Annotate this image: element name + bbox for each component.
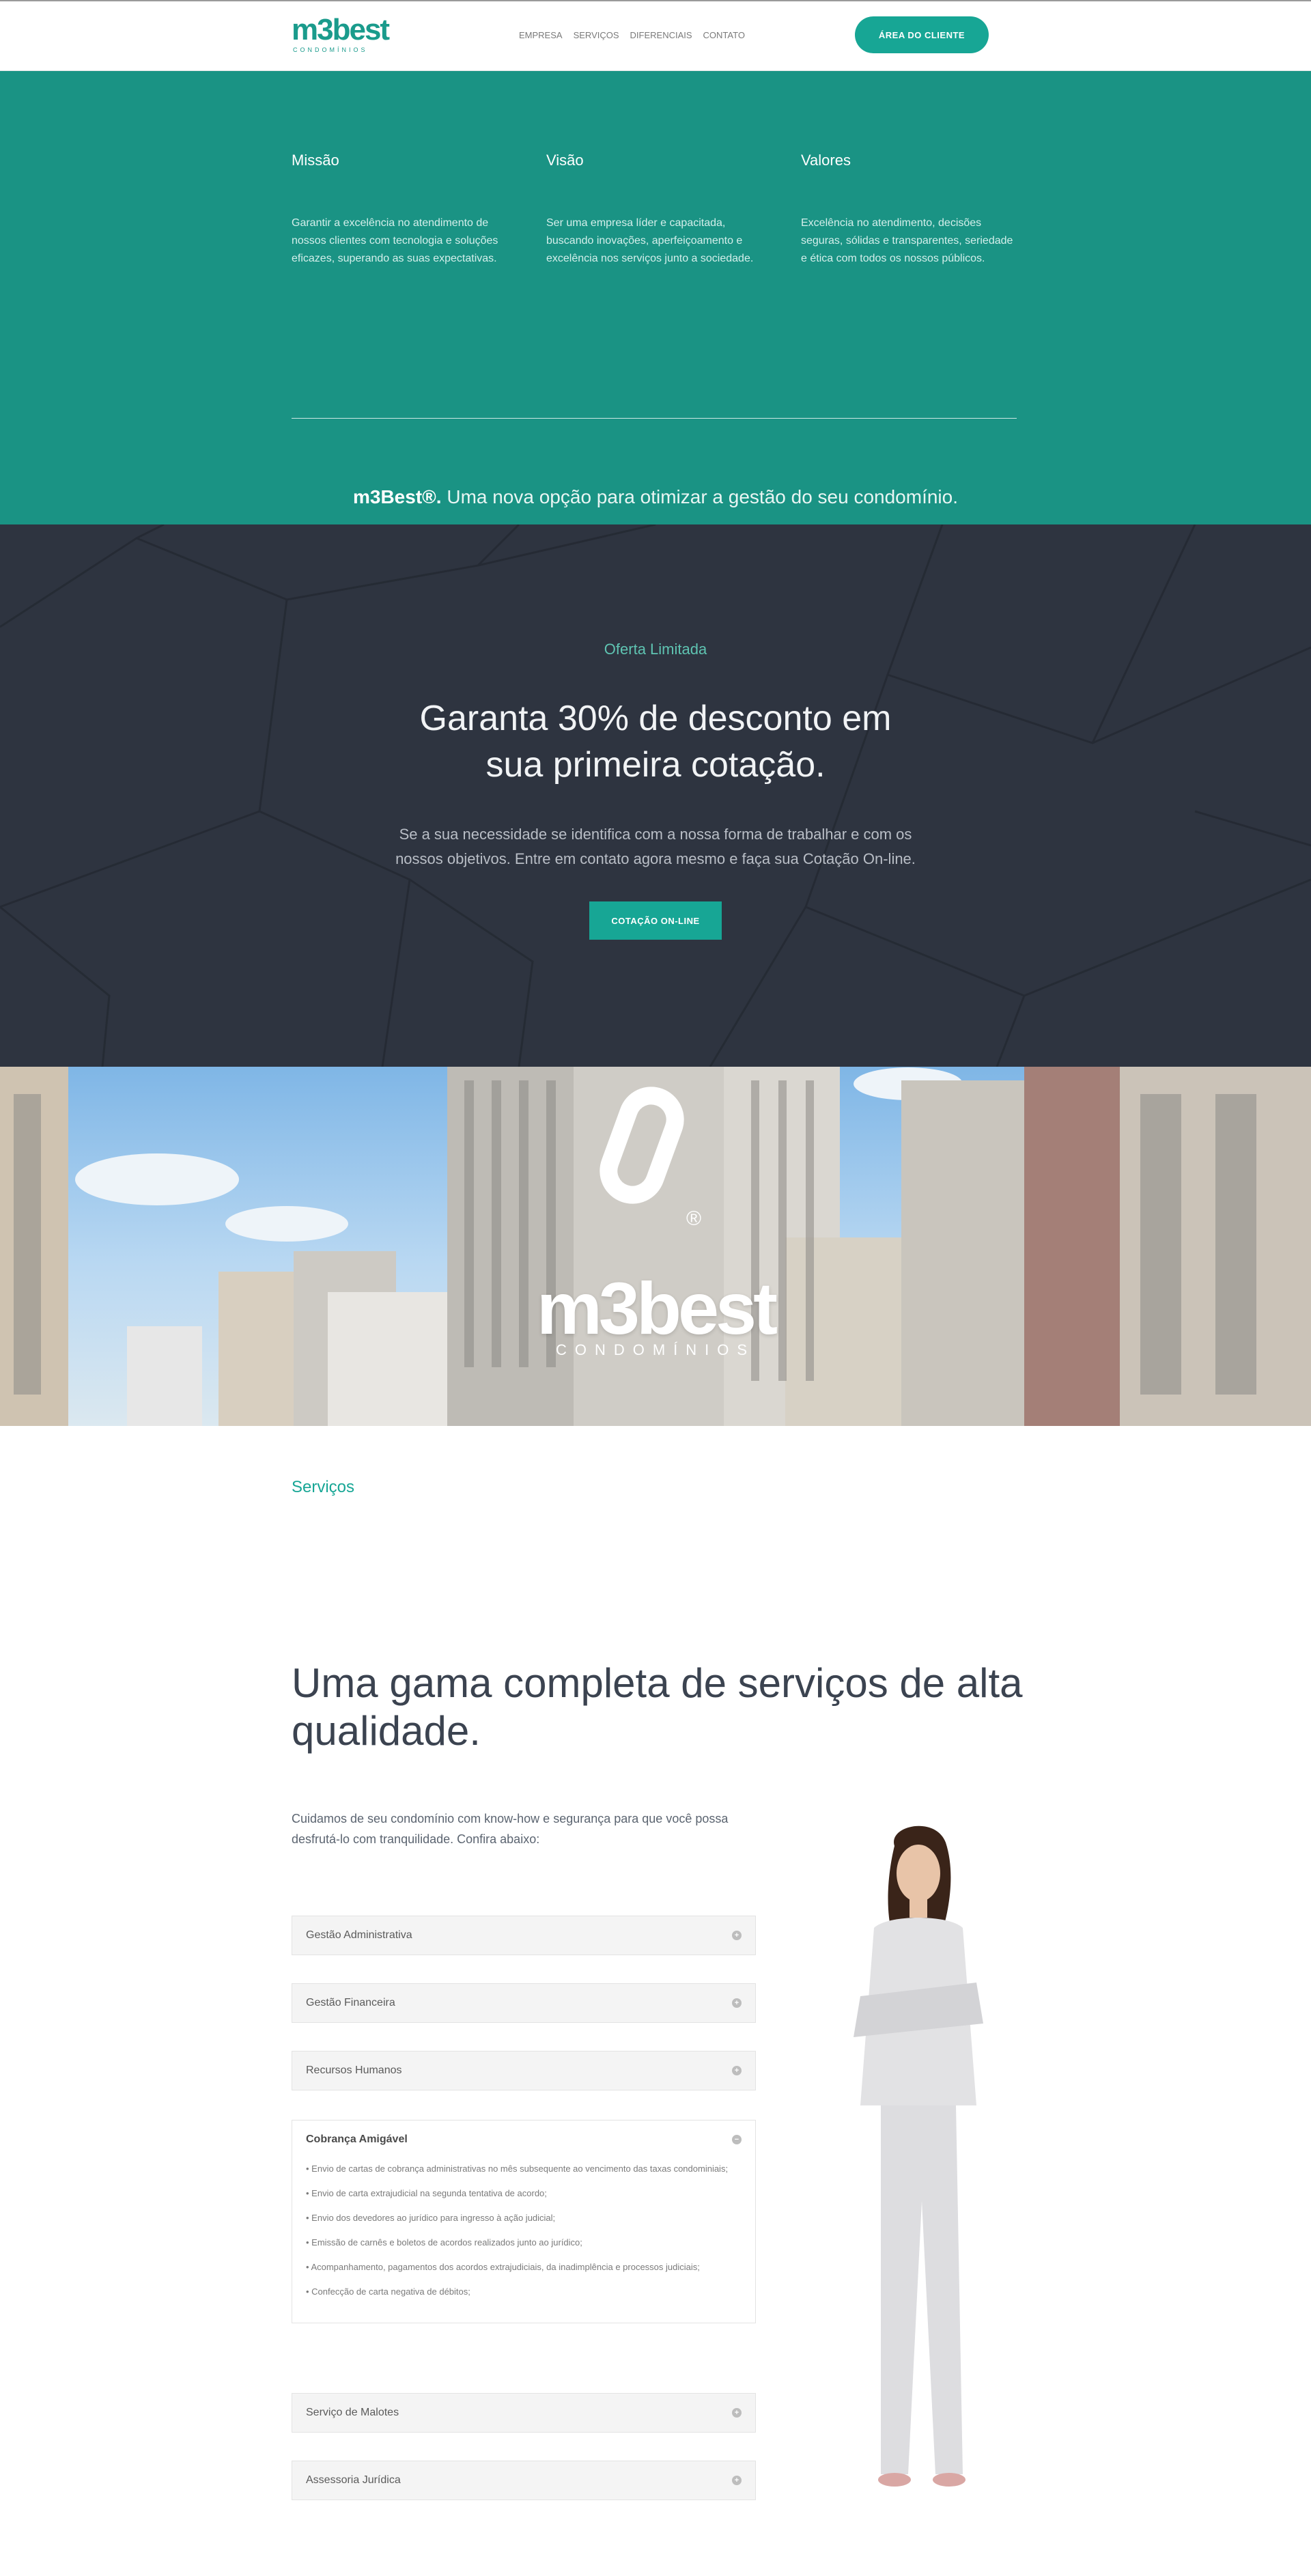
mission-text: Garantir a excelência no atendimento de … [292, 217, 498, 264]
vision-column: Visão Ser uma empresa líder e capacitada… [546, 152, 765, 268]
accordion-item[interactable]: Gestão Administrativa + [292, 1916, 756, 1955]
banner-logo: m3best CONDOMÍNIOS [0, 1272, 1311, 1359]
accordion-label: Assessoria Jurídica [306, 2474, 401, 2486]
tagline-brand: m3Best®. [352, 486, 442, 507]
site-header: m3best CONDOMÍNIOS EMPRESA SERVIÇOS DIFE… [0, 1, 1311, 71]
offer-text: Se a sua necessidade se identifica com a… [395, 826, 916, 867]
values-column: Valores Excelência no atendimento, decis… [801, 152, 1019, 268]
quote-online-button[interactable]: COTAÇÃO ON-LINE [589, 901, 722, 940]
offer-eyebrow: Oferta Limitada [604, 641, 707, 658]
brand-tagline: m3Best®. Uma nova opção para otimizar a … [0, 486, 1311, 508]
offer-title: Garanta 30% de desconto em sua primeira … [419, 699, 892, 785]
offer-content: Oferta Limitada Garanta 30% de desconto … [0, 641, 1311, 940]
vision-text: Ser uma empresa líder e capacitada, busc… [546, 217, 754, 264]
plus-icon: + [732, 1998, 742, 2008]
values-text: Excelência no atendimento, decisões segu… [801, 217, 1013, 264]
accordion-header[interactable]: Gestão Administrativa + [292, 1916, 755, 1955]
accordion-header[interactable]: Serviço de Malotes + [292, 2394, 755, 2432]
mission-section: Missão Garantir a excelência no atendime… [0, 71, 1311, 524]
detail-item: • Acompanhamento, pagamentos dos acordos… [306, 2262, 700, 2272]
accordion-label: Cobrança Amigável [306, 2133, 408, 2145]
services-eyebrow: Serviços [292, 1478, 355, 1496]
photo-banner: ® m3best CONDOMÍNIOS [0, 1067, 1311, 1426]
offer-section: Oferta Limitada Garanta 30% de desconto … [0, 524, 1311, 1067]
brand-logo[interactable]: m3best CONDOMÍNIOS [292, 13, 394, 54]
services-intro: Cuidamos de seu condomínio com know-how … [292, 1812, 729, 1846]
accordion-label: Recursos Humanos [306, 2064, 402, 2076]
accordion-item[interactable]: Serviço de Malotes + [292, 2393, 756, 2433]
detail-item: • Envio dos devedores ao jurídico para i… [306, 2213, 556, 2223]
detail-item: • Envio de carta extrajudicial na segund… [306, 2188, 547, 2198]
accordion-header[interactable]: Recursos Humanos + [292, 2052, 755, 2090]
accordion-label: Gestão Financeira [306, 1997, 395, 2008]
accordion-header[interactable]: Assessoria Jurídica + [292, 2461, 755, 2500]
nav-item-empresa[interactable]: EMPRESA [519, 30, 563, 40]
nav-item-diferenciais[interactable]: DIFERENCIAIS [630, 30, 692, 40]
detail-item: • Envio de cartas de cobrança administra… [306, 2164, 729, 2174]
services-title: Uma gama completa de serviços de alta qu… [292, 1660, 1023, 1754]
nav-item-contato[interactable]: CONTATO [703, 30, 745, 40]
accordion-header[interactable]: Cobrança Amigável − [292, 2120, 755, 2159]
accordion-item-open[interactable]: Cobrança Amigável − • Envio de cartas de … [292, 2120, 756, 2323]
plus-icon: + [732, 2066, 742, 2075]
detail-item: • Emissão de carnês e boletos de acordos… [306, 2237, 582, 2248]
mission-title: Missão [292, 152, 339, 169]
accordion-header[interactable]: Gestão Financeira + [292, 1984, 755, 2022]
banner-logo-wordmark: m3best [536, 1267, 778, 1349]
nav-item-servicos[interactable]: SERVIÇOS [574, 30, 619, 40]
banner-logo-subtitle: CONDOMÍNIOS [555, 1341, 756, 1358]
accordion-label: Gestão Administrativa [306, 1929, 412, 1941]
tagline-text: Uma nova opção para otimizar a gestão do… [441, 486, 958, 507]
accordion-details: • Envio de cartas de cobrança administra… [292, 2159, 755, 2323]
minus-icon: − [732, 2135, 742, 2144]
plus-icon: + [732, 2476, 742, 2485]
main-nav: EMPRESA SERVIÇOS DIFERENCIAIS CONTATO [519, 30, 745, 40]
values-title: Valores [801, 152, 851, 169]
logo-wordmark: m3best [292, 13, 390, 46]
buildings-illustration: ® [0, 1067, 1311, 1426]
section-divider [292, 418, 1017, 419]
detail-item: • Confecção de carta negativa de débitos… [306, 2286, 470, 2297]
accordion-item[interactable]: Assessoria Jurídica + [292, 2461, 756, 2500]
vision-title: Visão [546, 152, 584, 169]
accordion-item[interactable]: Gestão Financeira + [292, 1983, 756, 2023]
svg-text:®: ® [686, 1207, 701, 1230]
plus-icon: + [732, 2408, 742, 2418]
logo-subtitle: CONDOMÍNIOS [293, 46, 368, 53]
accordion-item[interactable]: Recursos Humanos + [292, 2051, 756, 2090]
plus-icon: + [732, 1931, 742, 1940]
businesswoman-image [854, 1825, 983, 2487]
client-area-button[interactable]: ÁREA DO CLIENTE [855, 16, 989, 53]
mission-column: Missão Garantir a excelência no atendime… [292, 152, 510, 268]
accordion-label: Serviço de Malotes [306, 2407, 399, 2418]
services-section: Serviços Uma gama completa de serviços d… [0, 1426, 1311, 2554]
